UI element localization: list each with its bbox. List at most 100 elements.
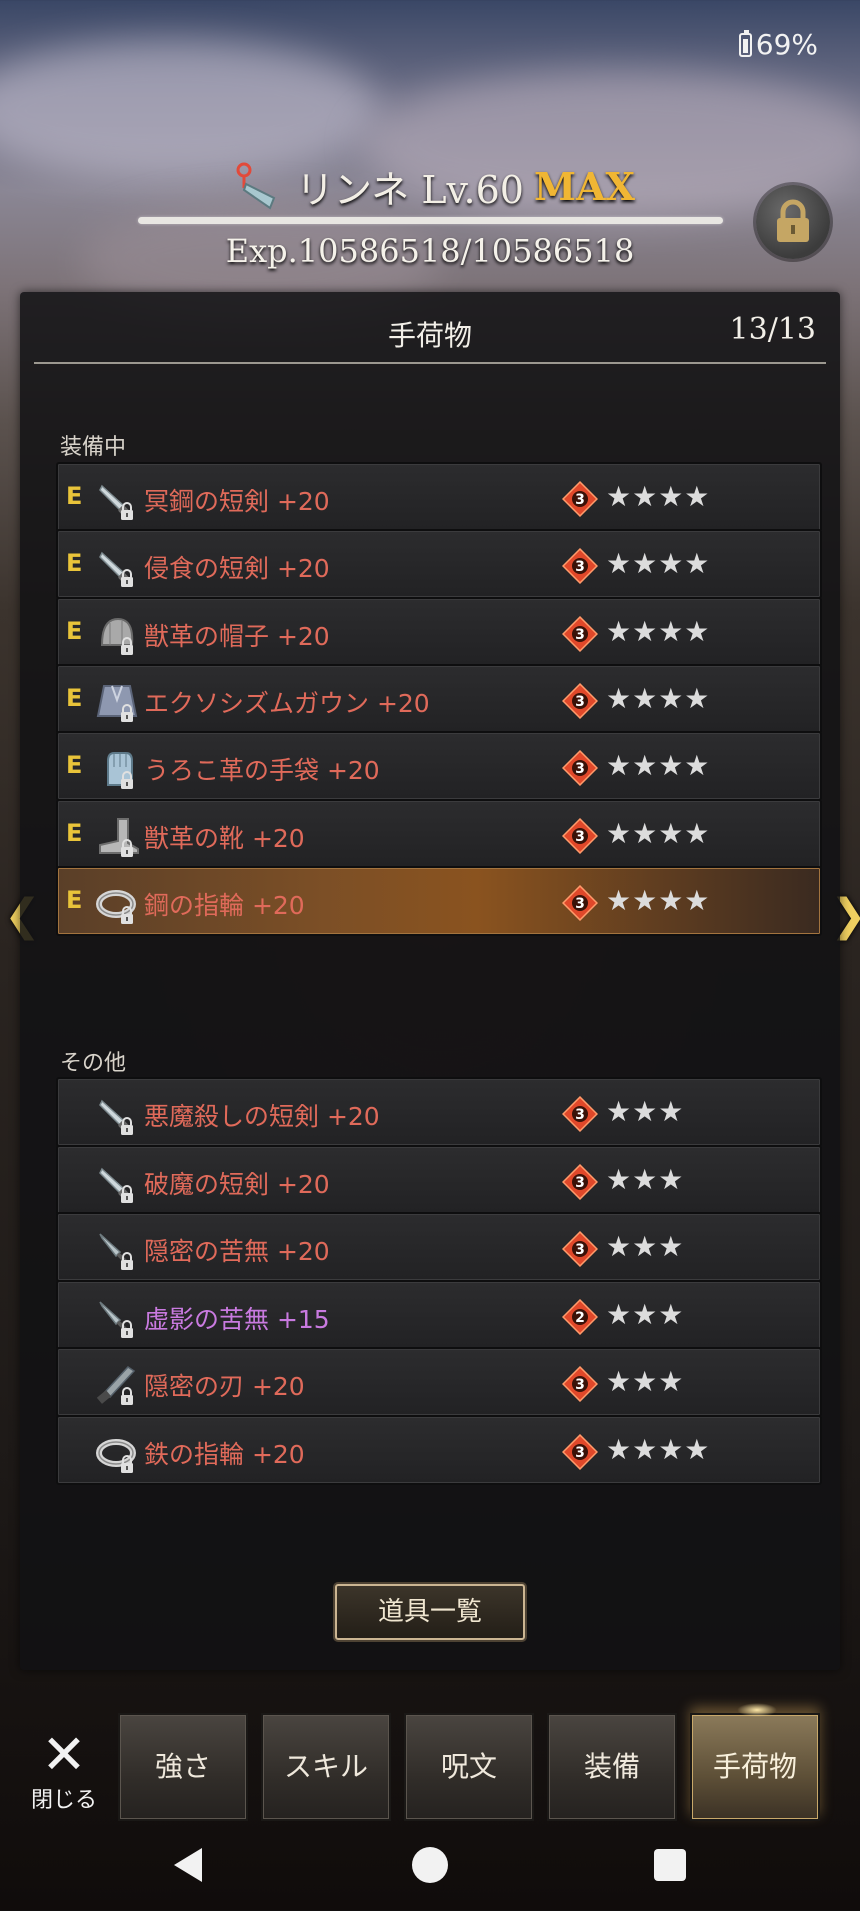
rarity-stars: ★★★ (606, 1230, 685, 1263)
rank-badge-icon: 3 (562, 615, 598, 652)
tab-5[interactable]: 手荷物 (690, 1703, 820, 1821)
close-button[interactable]: ✕ 閉じる (22, 1723, 106, 1814)
tab-3[interactable]: 呪文 (404, 1713, 534, 1821)
rank-badge-icon: 3 (562, 1096, 598, 1132)
rarity-stars: ★★★ (606, 1365, 685, 1398)
blade-icon (96, 1366, 136, 1405)
inventory-item[interactable]: E 獣革の帽子 +20 3 ★★★★ (56, 596, 822, 667)
tab-1[interactable]: 強さ (118, 1713, 248, 1821)
rarity-stars: ★★★★ (606, 547, 711, 581)
inventory-item[interactable]: E うろこ革の手袋 +20 3 ★★★★ (56, 731, 822, 802)
inventory-item[interactable]: E 冥鋼の短剣 +20 3 ★★★★ (56, 462, 822, 532)
inventory-item[interactable]: E 獣革の靴 +20 3 ★★★★ (56, 798, 822, 869)
home-icon[interactable] (412, 1847, 448, 1883)
rank-number: 3 (575, 1377, 585, 1393)
rank-number: 3 (575, 559, 585, 575)
tab-label: 装備 (583, 1750, 640, 1783)
item-name: 虚影の苦無 +15 (144, 1304, 330, 1334)
item-count: 13/13 (729, 312, 816, 347)
rank-badge-icon: 3 (562, 1366, 598, 1402)
rank-badge-icon: 3 (562, 884, 598, 921)
rarity-stars: ★★★★ (606, 816, 711, 850)
rarity-stars: ★★★★ (606, 681, 711, 715)
recent-apps-icon[interactable] (654, 1849, 686, 1881)
inventory-item[interactable]: 破魔の短剣 +20 3 ★★★ (56, 1144, 822, 1215)
equipped-mark: E (66, 885, 83, 914)
rank-number: 3 (575, 1445, 585, 1461)
close-label: 閉じる (30, 1788, 97, 1813)
item-name: 獣革の靴 +20 (144, 823, 305, 853)
tab-label: スキル (283, 1750, 368, 1783)
rank-badge-icon: 3 (562, 682, 598, 719)
inventory-item[interactable]: 悪魔殺しの短剣 +20 3 ★★★ (56, 1077, 822, 1147)
item-name: 悪魔殺しの短剣 +20 (144, 1102, 380, 1131)
active-tab-glow (737, 1703, 777, 1717)
exp-value: Exp.10586518/10586518 (225, 232, 635, 270)
inventory-item[interactable]: E 鋼の指輪 +20 3 ★★★★ (56, 865, 822, 936)
exp-progress-bar (138, 217, 723, 224)
equipped-mark: E (66, 482, 83, 510)
equipped-mark: E (66, 683, 83, 712)
inventory-item[interactable]: 虚影の苦無 +15 2 ★★★ (56, 1279, 822, 1350)
back-icon[interactable] (174, 1848, 202, 1882)
item-name: 鋼の指輪 +20 (144, 890, 305, 920)
rank-number: 3 (575, 1175, 585, 1191)
equipped-mark: E (66, 549, 83, 578)
rarity-stars: ★★★★ (606, 614, 711, 648)
rarity-stars: ★★★ (606, 1162, 685, 1196)
rarity-stars: ★★★ (606, 1095, 685, 1128)
dagger-icon (99, 484, 133, 520)
lock-icon (777, 199, 809, 242)
inventory-item[interactable]: 隠密の苦無 +20 3 ★★★ (56, 1212, 822, 1282)
battery-percentage: 69% (755, 28, 818, 61)
rank-badge-icon: 3 (562, 817, 598, 854)
tab-label: 手荷物 (712, 1750, 797, 1783)
item-name: 隠密の苦無 +20 (144, 1237, 330, 1266)
inventory-item[interactable]: 隠密の刃 +20 3 ★★★ (56, 1347, 822, 1417)
equipped-mark: E (66, 616, 83, 645)
rank-badge-icon: 2 (562, 1298, 598, 1335)
rarity-stars: ★★★★ (606, 883, 711, 917)
item-name: 獣革の帽子 +20 (144, 621, 330, 651)
other-section-label: その他 (60, 1051, 127, 1076)
kunai-icon (99, 1300, 133, 1338)
ring-icon (96, 889, 136, 924)
rank-number: 3 (575, 761, 585, 777)
item-name: うろこ革の手袋 +20 (144, 756, 380, 786)
inventory-item[interactable]: 鉄の指輪 +20 3 ★★★★ (56, 1414, 822, 1485)
dagger-icon (99, 1099, 133, 1135)
glove-icon (107, 752, 133, 790)
lock-button[interactable] (756, 185, 830, 259)
boot-icon (99, 817, 139, 857)
battery-indicator: 69% (738, 28, 818, 61)
item-name: 侵食の短剣 +20 (144, 554, 330, 584)
rarity-stars: ★★★★ (606, 480, 711, 513)
item-name: 冥鋼の短剣 +20 (144, 487, 330, 516)
hat-icon (100, 617, 134, 655)
rank-badge-icon: 3 (562, 481, 598, 517)
tab-2[interactable]: スキル (261, 1713, 391, 1821)
gown-icon (96, 684, 138, 722)
max-level-badge: MAX (533, 163, 635, 209)
character-name: リンネ Lv.60 (296, 167, 524, 212)
equipped-section-label: 装備中 (60, 435, 127, 460)
dagger-class-icon (236, 162, 276, 210)
item-name: 鉄の指輪 +20 (144, 1439, 305, 1469)
rank-number: 2 (575, 1310, 585, 1326)
item-name: 隠密の刃 +20 (144, 1372, 305, 1401)
tab-label: 強さ (154, 1750, 211, 1783)
tool-list-button[interactable]: 道具一覧 (335, 1584, 525, 1640)
equipped-mark: E (66, 751, 83, 780)
panel-title: 手荷物 (387, 319, 472, 352)
inventory-item[interactable]: E エクソシズムガウン +20 3 ★★★★ (56, 663, 822, 734)
tab-label: 呪文 (440, 1750, 497, 1783)
rank-badge-icon: 3 (562, 1231, 598, 1267)
equipped-mark: E (66, 818, 83, 847)
inventory-item[interactable]: E 侵食の短剣 +20 3 ★★★★ (56, 529, 822, 600)
item-name: 破魔の短剣 +20 (144, 1169, 330, 1199)
ring-icon (96, 1438, 136, 1473)
tab-4[interactable]: 装備 (547, 1713, 677, 1821)
close-icon: ✕ (41, 1723, 87, 1786)
rank-badge-icon: 3 (562, 548, 598, 585)
system-navigation-bar (0, 1820, 860, 1911)
